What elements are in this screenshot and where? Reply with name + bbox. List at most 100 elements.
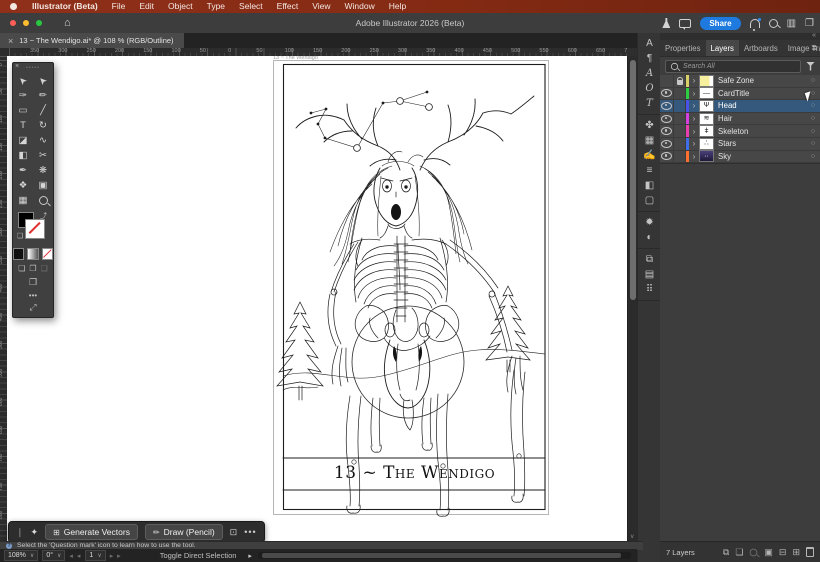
- draw-inside-icon[interactable]: ❑: [41, 264, 48, 273]
- window-minimize-button[interactable]: [23, 20, 29, 26]
- layer-name[interactable]: CardTitle: [718, 89, 806, 98]
- scissors-tool[interactable]: ✂: [33, 148, 53, 163]
- artboard-number-dropdown[interactable]: 1 ∨: [85, 550, 105, 561]
- rotation-dropdown[interactable]: 0° ∨: [42, 550, 65, 561]
- zoom-tool[interactable]: [33, 193, 53, 208]
- layer-row-head[interactable]: ›ΨHead○: [660, 100, 820, 113]
- artwork-head-face[interactable]: [374, 168, 418, 229]
- target-circle-icon[interactable]: ○: [806, 115, 820, 122]
- screen-mode-icon[interactable]: ❐: [13, 275, 53, 290]
- color-button[interactable]: [13, 248, 24, 260]
- none-button[interactable]: [42, 248, 53, 260]
- delete-selection-icon[interactable]: [806, 547, 814, 557]
- visibility-toggle[interactable]: [660, 75, 674, 87]
- collapse-panel-icon[interactable]: «: [812, 32, 816, 39]
- artboard-name-label[interactable]: 13 ~ The Wendigo: [273, 56, 318, 61]
- swap-fill-stroke-icon[interactable]: ⤴: [40, 211, 47, 221]
- symbols-panel-icon[interactable]: ⧉: [638, 252, 661, 267]
- tab-properties[interactable]: Properties: [660, 40, 706, 56]
- artwork-skeleton[interactable]: [328, 226, 523, 394]
- menu-help[interactable]: Help: [382, 0, 413, 13]
- layer-thumbnail[interactable]: ≋: [699, 113, 714, 125]
- eraser-tool[interactable]: ◪: [13, 133, 33, 148]
- artwork-deer-head[interactable]: [369, 318, 444, 430]
- search-icon[interactable]: [769, 19, 778, 28]
- artboard-tool[interactable]: ▣: [33, 178, 53, 193]
- artwork-constellation[interactable]: [310, 91, 433, 152]
- transparency-panel-icon[interactable]: ▢: [638, 193, 661, 208]
- gradient-tool[interactable]: ◧: [13, 148, 33, 163]
- layers-search-input[interactable]: Search All: [665, 60, 801, 73]
- scrollbar-down-arrow[interactable]: ∨: [630, 533, 634, 540]
- layer-row-sky[interactable]: ›·· Sky○: [660, 151, 820, 164]
- character-styles-panel-icon[interactable]: A: [638, 66, 661, 81]
- chevron-right-icon[interactable]: ›: [689, 152, 699, 161]
- menu-window[interactable]: Window: [338, 0, 382, 13]
- gradient-button[interactable]: [27, 248, 38, 260]
- canvas[interactable]: 13 ~ The Wendigo: [7, 56, 627, 541]
- layer-row-skeleton[interactable]: ›ǂ Skeleton○: [660, 125, 820, 138]
- rectangle-tool[interactable]: ▭: [13, 103, 33, 118]
- visibility-toggle[interactable]: [660, 100, 674, 112]
- selection-tool[interactable]: ➤: [13, 73, 33, 88]
- window-close-button[interactable]: [10, 20, 16, 26]
- graph-tool[interactable]: ▦: [13, 193, 33, 208]
- chevron-right-icon[interactable]: ›: [689, 114, 699, 123]
- window-zoom-button[interactable]: [36, 20, 42, 26]
- menu-view[interactable]: View: [305, 0, 337, 13]
- tab-close-icon[interactable]: ×: [8, 36, 13, 46]
- lock-toggle[interactable]: [674, 138, 686, 150]
- layer-name[interactable]: Skeleton: [718, 127, 806, 136]
- lock-toggle[interactable]: [674, 100, 686, 112]
- tab-artboards[interactable]: Artboards: [739, 40, 783, 56]
- layer-thumbnail[interactable]: [699, 75, 714, 87]
- scrollbar-thumb[interactable]: [630, 60, 636, 300]
- artwork-hills[interactable]: [283, 349, 545, 390]
- eyedropper-tool[interactable]: ✒: [13, 163, 33, 178]
- layer-name[interactable]: Stars: [718, 139, 806, 148]
- tab-layers[interactable]: Layers: [706, 40, 739, 56]
- target-circle-icon[interactable]: ○: [806, 153, 820, 160]
- new-layer-icon[interactable]: ⊞: [792, 547, 800, 558]
- chevron-right-icon[interactable]: ›: [689, 89, 699, 98]
- reference-image-icon[interactable]: ⊡: [230, 527, 238, 538]
- target-circle-icon[interactable]: ○: [806, 128, 820, 135]
- tools-panel-header[interactable]: × •••••: [13, 63, 53, 73]
- expand-toolbar-icon[interactable]: ⤢: [13, 301, 53, 317]
- layer-row-hair[interactable]: ›≋Hair○: [660, 113, 820, 126]
- menu-illustrator-beta[interactable]: Illustrator (Beta): [25, 0, 105, 13]
- direct-selection-tool[interactable]: ➤: [33, 73, 53, 88]
- make-release-clipping-mask-icon[interactable]: ❏: [735, 547, 743, 558]
- visibility-toggle[interactable]: [660, 151, 674, 163]
- target-circle-icon[interactable]: ○: [806, 140, 820, 147]
- layer-thumbnail[interactable]: ǂ: [699, 125, 714, 137]
- document-tab[interactable]: × 13 ~ The Wendigo.ai* @ 108 % (RGB/Outl…: [0, 33, 184, 48]
- lock-toggle[interactable]: [674, 125, 686, 137]
- chevron-right-icon[interactable]: ›: [689, 139, 699, 148]
- layer-row-cardtitle[interactable]: ›—CardTitle○: [660, 88, 820, 101]
- opentype-panel-icon[interactable]: O: [638, 81, 661, 96]
- taskbar-drag-handle[interactable]: ❙: [16, 527, 24, 538]
- menu-object[interactable]: Object: [161, 0, 200, 13]
- maximize-icon[interactable]: ❐: [805, 18, 814, 29]
- notifications-bell-icon[interactable]: [750, 19, 760, 28]
- locate-object-icon[interactable]: [750, 548, 758, 556]
- layer-name[interactable]: Sky: [718, 152, 806, 161]
- generate-vectors-button[interactable]: ⊞ Generate Vectors: [45, 524, 138, 540]
- workspace-switcher-icon[interactable]: ▥: [787, 18, 796, 29]
- default-fill-stroke-icon[interactable]: ❏: [17, 232, 23, 240]
- new-sublayer-icon[interactable]: ⊟: [779, 547, 787, 558]
- chevron-right-icon[interactable]: ›: [689, 127, 699, 136]
- glyphs-panel-icon[interactable]: T: [638, 96, 661, 111]
- blend-tool[interactable]: ❋: [33, 163, 53, 178]
- color-panel-icon[interactable]: ✹: [638, 215, 661, 230]
- share-button[interactable]: Share: [700, 17, 740, 30]
- stroke-panel-icon[interactable]: ≡: [638, 163, 661, 178]
- filter-funnel-icon[interactable]: [806, 62, 815, 71]
- paragraph-panel-icon[interactable]: ¶: [638, 51, 661, 66]
- brushes-panel-icon[interactable]: ✤: [638, 118, 661, 133]
- collect-for-export-icon[interactable]: ⧉: [723, 547, 729, 558]
- graphic-styles-panel-icon[interactable]: ▦: [638, 133, 661, 148]
- artwork-antlers[interactable]: [296, 96, 534, 170]
- layer-thumbnail[interactable]: ··: [699, 150, 714, 162]
